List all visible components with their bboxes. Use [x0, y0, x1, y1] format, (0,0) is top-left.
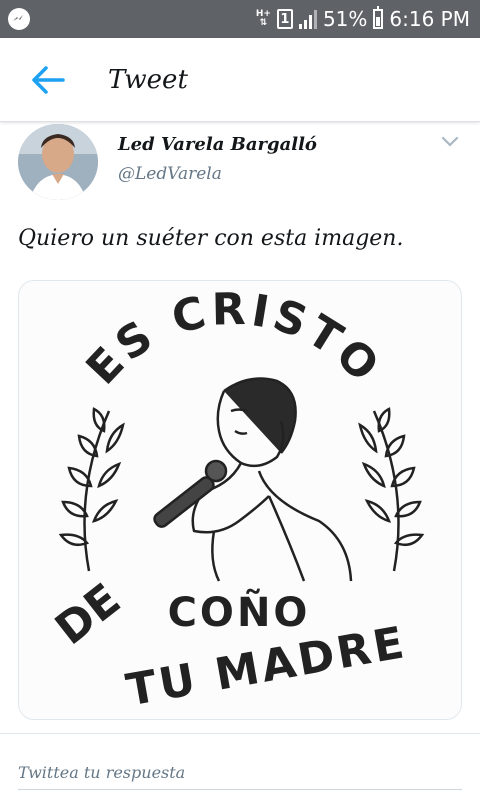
status-bar: H+ ⇅ 1 51% 6:16 PM	[0, 0, 480, 38]
reply-input[interactable]	[18, 756, 462, 790]
page-title: Tweet	[108, 64, 188, 95]
singer-illustration	[153, 377, 353, 582]
author-handle[interactable]: @LedVarela	[118, 164, 222, 184]
arrow-left-icon	[32, 65, 65, 94]
status-right: H+ ⇅ 1 51% 6:16 PM	[255, 6, 470, 31]
back-button[interactable]	[18, 50, 78, 110]
messenger-icon	[8, 8, 30, 30]
status-left	[8, 8, 30, 30]
media-top-text: ES CRISTO	[77, 284, 391, 395]
app-bar: Tweet	[0, 38, 480, 122]
tweet-menu-button[interactable]	[436, 128, 464, 156]
tweet-text: Quiero un suéter con esta imagen.	[18, 226, 404, 251]
reply-bar	[0, 733, 480, 800]
sim-slot: 1	[280, 11, 290, 27]
chevron-down-icon	[441, 136, 459, 147]
right-laurel	[358, 407, 425, 572]
status-time: 6:16 PM	[389, 7, 470, 31]
left-laurel	[58, 407, 125, 572]
author-name[interactable]: Led Varela Bargalló	[118, 134, 317, 155]
network-icon: H+ ⇅	[255, 9, 271, 28]
tweet-media[interactable]: ES CRISTO DE COÑO TU MADRE	[18, 280, 462, 720]
avatar[interactable]	[18, 124, 98, 200]
signal-icon	[298, 9, 317, 29]
media-bottom-text-1: DE	[46, 574, 130, 655]
media-bottom-text-2: COÑO	[168, 588, 311, 636]
battery-icon	[373, 6, 384, 29]
tweet-header: Led Varela Bargalló @LedVarela	[18, 124, 464, 200]
sim-icon: 1	[276, 9, 293, 29]
battery-percent: 51%	[322, 7, 368, 31]
